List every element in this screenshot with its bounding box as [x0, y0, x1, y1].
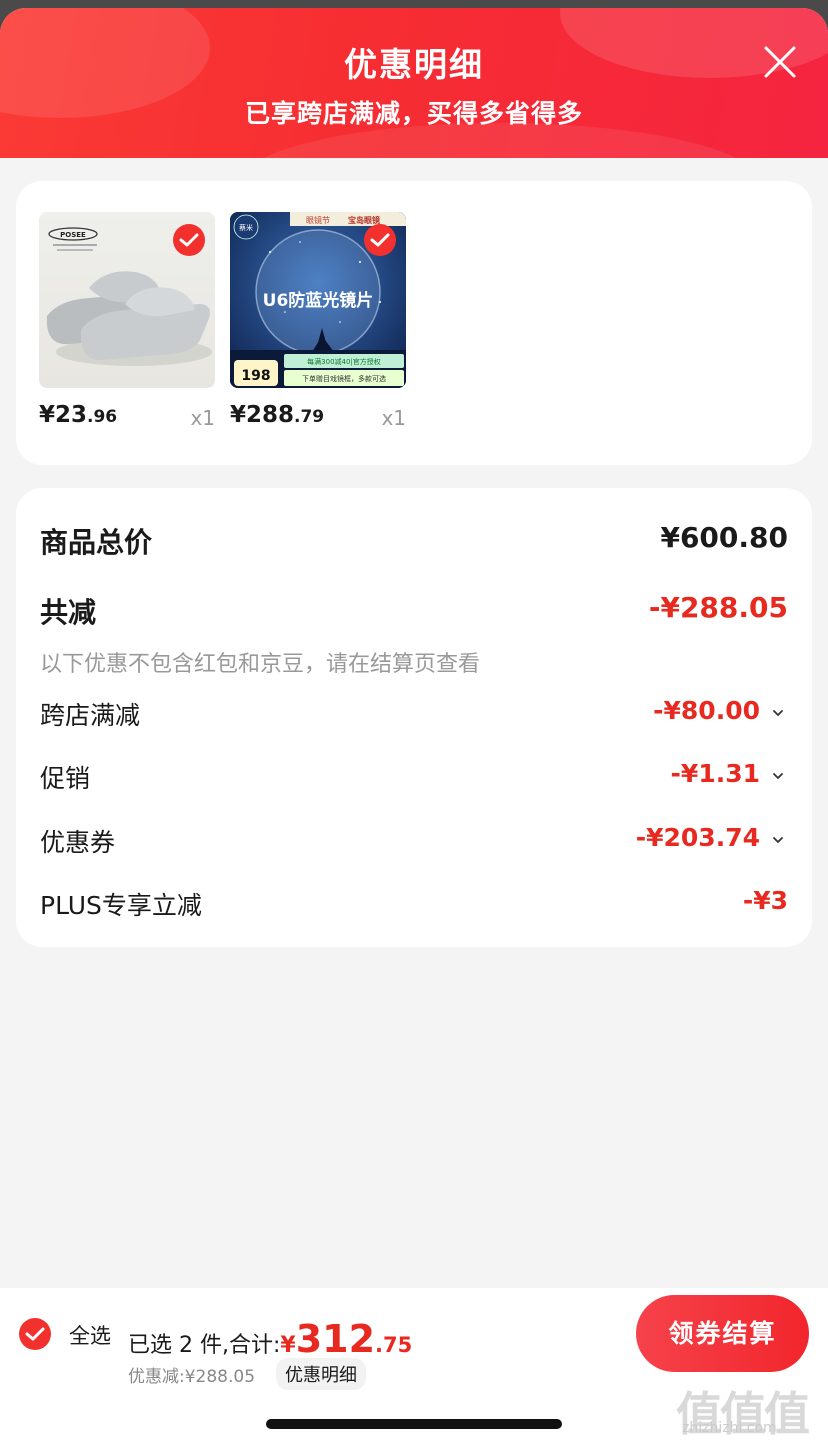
discount-value: -¥80.00	[653, 696, 760, 725]
discount-value: -¥3	[742, 886, 788, 915]
lens-promo-line1: 每满300减40|官方授权	[307, 357, 381, 366]
chevron-down-icon[interactable]	[772, 771, 784, 781]
total-price-label: 商品总价	[40, 526, 153, 559]
home-indicator	[266, 1419, 562, 1429]
total-reduction-row: 共减 -¥288.05	[40, 591, 788, 631]
price-integer: ¥288	[230, 402, 295, 428]
product-image[interactable]: 眼镜节 宝岛眼镜 蔡米 U6防蓝光镜片 198 每满300减40|官方授权 下单…	[230, 212, 406, 388]
discount-row-plus: PLUS专享立减 -¥3	[40, 886, 788, 926]
product-quantity: x1	[381, 406, 406, 430]
product-list-card: POSEE ¥23.96 x1 眼镜节 宝岛眼镜 蔡米 U6防蓝光镜片 198 …	[16, 181, 812, 465]
watermark-logo: 值值值 zhizhizhi.com	[676, 1378, 826, 1441]
selected-count-text: 已选 2 件,合计:	[128, 1333, 281, 1358]
checkout-button[interactable]: 领券结算	[636, 1295, 809, 1372]
chevron-down-icon[interactable]	[772, 835, 784, 845]
discount-summary-text: 优惠减:¥288.05	[128, 1367, 256, 1387]
page-subtitle: 已享跨店满减，买得多省得多	[244, 99, 583, 128]
reduction-note: 以下优惠不包含红包和京豆，请在结算页查看	[40, 652, 481, 677]
lens-image-title: U6防蓝光镜片	[263, 290, 374, 311]
lens-promo-line2: 下单赠目戏镜框，多款可选	[302, 374, 386, 383]
discount-row-coupon[interactable]: 优惠券 -¥203.74	[40, 823, 788, 863]
chevron-down-icon[interactable]	[772, 708, 784, 718]
total-integer: 312	[295, 1317, 376, 1361]
total-reduction-value: -¥288.05	[648, 591, 788, 624]
product-item-slippers[interactable]: POSEE ¥23.96 x1	[39, 212, 215, 430]
select-all-check-icon[interactable]	[19, 1318, 51, 1350]
slippers-brand-text: POSEE	[60, 231, 86, 239]
discount-label: PLUS专享立减	[40, 891, 202, 920]
lens-brand-text: 蔡米	[239, 223, 253, 232]
total-currency: ¥	[280, 1333, 296, 1358]
checkout-bar: 全选 已选 2 件,合计:¥312.75 优惠减:¥288.05 优惠明细 领券…	[0, 1288, 828, 1445]
select-all-label[interactable]: 全选	[69, 1320, 111, 1350]
product-quantity: x1	[190, 406, 215, 430]
selected-total: 已选 2 件,合计:¥312.75	[128, 1317, 412, 1361]
discount-label: 跨店满减	[40, 701, 141, 730]
product-image[interactable]: POSEE	[39, 212, 215, 388]
price-decimal: .96	[87, 407, 118, 427]
product-item-lens[interactable]: 眼镜节 宝岛眼镜 蔡米 U6防蓝光镜片 198 每满300减40|官方授权 下单…	[230, 212, 406, 430]
price-decimal: .79	[294, 407, 325, 427]
product-price: ¥288.79	[230, 402, 324, 428]
price-integer: ¥23	[39, 402, 88, 428]
discount-value: -¥1.31	[670, 759, 760, 788]
total-reduction-label: 共减	[40, 596, 97, 629]
watermark-url: zhizhizhi.com	[682, 1420, 777, 1436]
lens-promo-price: 198	[241, 368, 270, 384]
discount-label: 促销	[40, 764, 91, 793]
discount-label: 优惠券	[40, 828, 116, 857]
discount-row-promotion[interactable]: 促销 -¥1.31	[40, 759, 788, 799]
total-price-row: 商品总价 ¥600.80	[40, 521, 788, 561]
product-price: ¥23.96	[39, 402, 117, 428]
discount-row-cross-store[interactable]: 跨店满减 -¥80.00	[40, 696, 788, 736]
total-price-value: ¥600.80	[660, 521, 788, 554]
discount-value: -¥203.74	[635, 823, 760, 852]
sheet-header: 优惠明细 已享跨店满减，买得多省得多	[0, 8, 828, 158]
page-title: 优惠明细	[344, 45, 484, 84]
price-summary-card: 商品总价 ¥600.80 共减 -¥288.05 以下优惠不包含红包和京豆，请在…	[16, 488, 812, 947]
discount-detail-sheet: 优惠明细 已享跨店满减，买得多省得多 POSEE ¥23.96 x1 眼镜节 宝…	[0, 8, 828, 1445]
lens-promo-top-left: 眼镜节	[306, 215, 330, 225]
total-decimal: .75	[375, 1333, 413, 1357]
discount-detail-link[interactable]: 优惠明细	[276, 1358, 366, 1390]
selected-check-icon[interactable]	[364, 224, 396, 256]
close-icon[interactable]	[762, 44, 798, 80]
selected-check-icon[interactable]	[173, 224, 205, 256]
